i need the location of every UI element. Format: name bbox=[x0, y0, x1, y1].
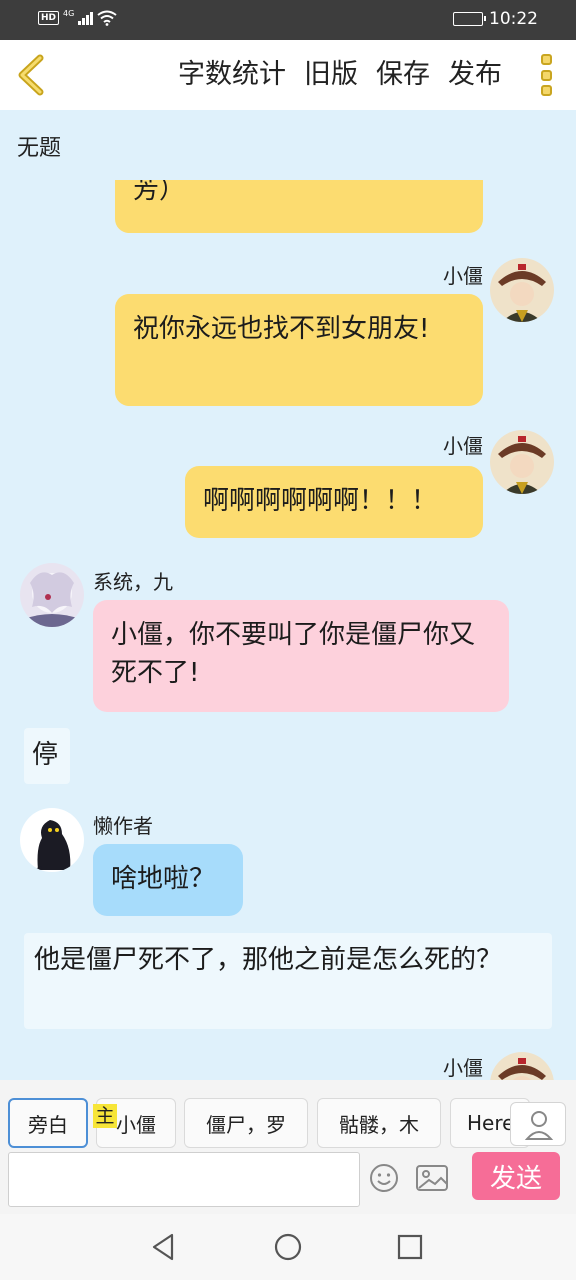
role-selector: 旁白 小僵 主 僵尸，罗 骷髅，木 Here bbox=[0, 1080, 576, 1150]
clock: 10:22 bbox=[489, 9, 538, 29]
avatar[interactable] bbox=[20, 563, 84, 627]
battery-icon bbox=[453, 12, 486, 26]
story-title: 无题 bbox=[17, 136, 62, 161]
hd-indicator: HD bbox=[38, 11, 60, 25]
back-triangle-icon[interactable] bbox=[148, 1231, 180, 1263]
signal-icon bbox=[78, 11, 94, 25]
zombie-avatar-icon bbox=[490, 1052, 554, 1080]
status-bar: HD 4G 10:22 bbox=[0, 0, 576, 40]
avatar[interactable] bbox=[490, 430, 554, 494]
avatar[interactable] bbox=[490, 1052, 554, 1080]
narration-bubble[interactable]: 停 bbox=[24, 728, 70, 784]
system-avatar-icon bbox=[20, 563, 84, 627]
role-chip-narrator[interactable]: 旁白 bbox=[8, 1098, 88, 1148]
message-bubble[interactable]: 小僵，你不要叫了你是僵尸你又死不了! bbox=[93, 600, 509, 712]
wifi-icon bbox=[97, 10, 117, 26]
speaker-name: 小僵 bbox=[443, 264, 483, 288]
avatar[interactable] bbox=[20, 808, 84, 872]
speaker-name: 懒作者 bbox=[93, 814, 153, 838]
home-circle-icon[interactable] bbox=[272, 1231, 304, 1263]
user-icon[interactable] bbox=[510, 1102, 566, 1146]
image-icon[interactable] bbox=[415, 1162, 449, 1194]
message-bubble[interactable]: 芳） bbox=[115, 180, 483, 233]
speaker-name: 小僵 bbox=[443, 1056, 483, 1080]
editor-toolbar: 字数统计 旧版 保存 发布 bbox=[0, 40, 576, 110]
zombie-avatar-icon bbox=[490, 258, 554, 322]
save-button[interactable]: 保存 bbox=[376, 56, 430, 94]
story-title-bar[interactable]: 无题 bbox=[0, 110, 576, 180]
old-version-button[interactable]: 旧版 bbox=[304, 56, 358, 94]
zombie-avatar-icon bbox=[490, 430, 554, 494]
message-bubble[interactable]: 啊啊啊啊啊啊！！！ bbox=[185, 466, 483, 538]
word-count-button[interactable]: 字数统计 bbox=[178, 56, 286, 94]
role-chip[interactable]: 骷髅，木 bbox=[317, 1098, 441, 1148]
speaker-name: 小僵 bbox=[443, 434, 483, 458]
role-chip[interactable]: 僵尸，罗 bbox=[184, 1098, 308, 1148]
emoji-icon[interactable] bbox=[368, 1162, 400, 1194]
narration-bubble[interactable]: 他是僵尸死不了，那他之前是怎么死的？ bbox=[24, 933, 552, 1029]
avatar[interactable] bbox=[490, 258, 554, 322]
author-avatar-icon bbox=[20, 808, 84, 872]
network-type: 4G bbox=[63, 8, 75, 18]
message-bubble[interactable]: 祝你永远也找不到女朋友! bbox=[115, 294, 483, 406]
speaker-name: 系统，九 bbox=[93, 570, 173, 594]
host-badge: 主 bbox=[93, 1104, 117, 1128]
publish-button[interactable]: 发布 bbox=[448, 56, 502, 94]
message-input[interactable] bbox=[8, 1152, 360, 1207]
recents-square-icon[interactable] bbox=[394, 1231, 426, 1263]
chevron-left-icon[interactable] bbox=[12, 52, 52, 98]
message-bubble[interactable]: 啥地啦？ bbox=[93, 844, 243, 916]
chat-area[interactable]: 芳） 小僵 祝你永远也找不到女朋友! 小僵 啊啊啊啊啊啊！！！ 系统，九 小僵，… bbox=[0, 180, 576, 1080]
system-nav-bar bbox=[0, 1214, 576, 1280]
send-button[interactable]: 发送 bbox=[472, 1152, 560, 1200]
more-vertical-icon[interactable] bbox=[536, 52, 556, 98]
compose-panel: 旁白 小僵 主 僵尸，罗 骷髅，木 Here 发送 bbox=[0, 1080, 576, 1214]
